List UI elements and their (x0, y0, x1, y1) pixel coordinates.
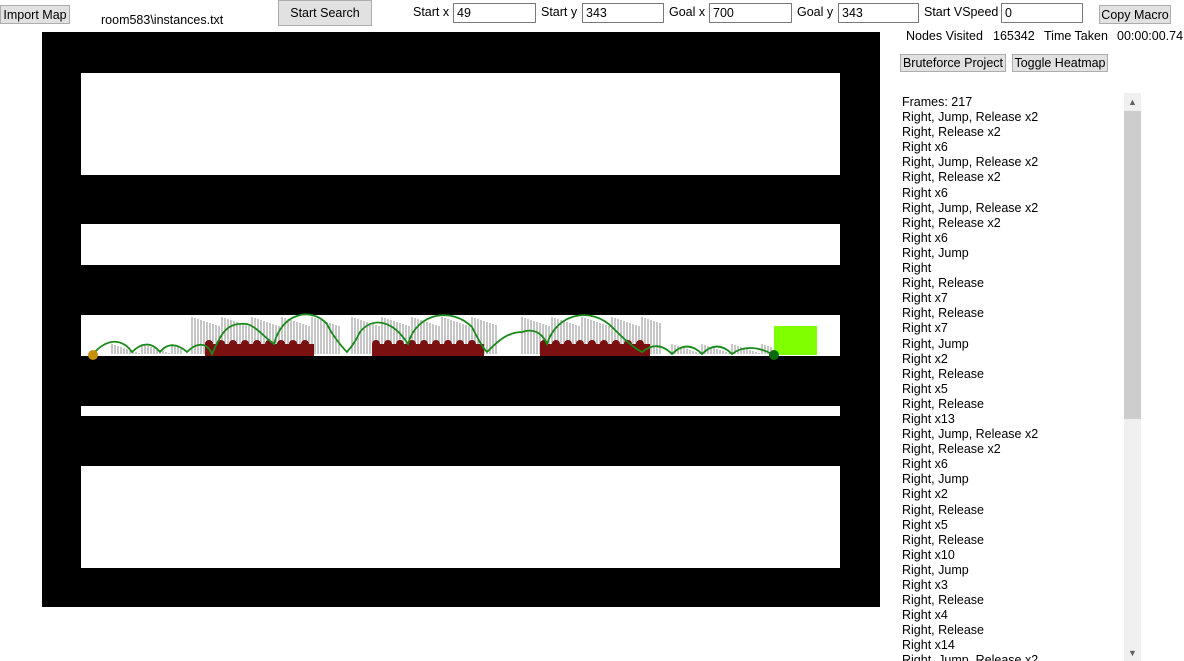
macro-list-item[interactable]: Right, Jump (902, 246, 1122, 261)
map-canvas[interactable] (42, 32, 880, 607)
hazard-bump (564, 340, 572, 348)
nodes-visited-label: Nodes Visited (906, 29, 983, 43)
hazard-bump (456, 340, 464, 348)
bruteforce-project-button[interactable]: Bruteforce Project (900, 54, 1006, 72)
start-vspeed-input[interactable]: 0 (1001, 3, 1083, 23)
macro-list-panel[interactable]: Frames: 217 Right, Jump, Release x2 Right,… (895, 93, 1143, 661)
macro-list-item[interactable]: Right, Release x2 (902, 216, 1122, 231)
hazard-bump (229, 340, 237, 348)
corridor-4 (81, 406, 840, 416)
macro-list-item[interactable]: Right x10 (902, 548, 1122, 563)
hazard-bump (468, 340, 476, 348)
hazard-bump (432, 340, 440, 348)
copy-macro-button[interactable]: Copy Macro (1099, 5, 1171, 24)
macro-list-item[interactable]: Right x6 (902, 231, 1122, 246)
vertical-scrollbar[interactable]: ▲ ▼ (1124, 93, 1141, 661)
macro-list-item[interactable]: Right x5 (902, 382, 1122, 397)
hazard-bump (552, 340, 560, 348)
hazard-bump (420, 340, 428, 348)
macro-list-item[interactable]: Right, Jump, Release x2 (902, 653, 1122, 661)
goal-x-label: Goal x (669, 5, 706, 19)
hazard-bump (301, 340, 309, 348)
macro-list-item[interactable]: Right, Release (902, 276, 1122, 291)
start-search-button[interactable]: Start Search (278, 0, 372, 26)
corridor-2 (81, 224, 840, 265)
macro-list-item[interactable]: Right (902, 261, 1122, 276)
macro-list-item[interactable]: Right x5 (902, 518, 1122, 533)
macro-list-item[interactable]: Right, Jump, Release x2 (902, 427, 1122, 442)
macro-list-item[interactable]: Right x7 (902, 291, 1122, 306)
goal-y-label: Goal y (797, 5, 834, 19)
hazard-bump (612, 340, 620, 348)
macro-list-item[interactable]: Right, Release (902, 367, 1122, 382)
macro-list-item[interactable]: Right x6 (902, 186, 1122, 201)
macro-list-item[interactable]: Right, Release (902, 533, 1122, 548)
goal-y-input[interactable]: 343 (838, 3, 919, 23)
macro-list-item[interactable]: Right, Release (902, 503, 1122, 518)
goal-x-input[interactable]: 700 (709, 3, 792, 23)
file-path-label: room583\instances.txt (101, 13, 224, 27)
macro-list-item[interactable]: Right, Release (902, 623, 1122, 638)
hazard-bump (372, 340, 380, 348)
hazard-bump (396, 340, 404, 348)
hazard-bump (384, 340, 392, 348)
time-taken-label: Time Taken (1044, 29, 1108, 43)
macro-list-item[interactable]: Right, Jump, Release x2 (902, 201, 1122, 216)
macro-list: Frames: 217 Right, Jump, Release x2 Right,… (902, 95, 1122, 661)
hazard-bump (289, 340, 297, 348)
scroll-up-icon[interactable]: ▲ (1124, 93, 1141, 110)
hazard-bump (636, 340, 644, 348)
toggle-heatmap-button[interactable]: Toggle Heatmap (1012, 54, 1108, 72)
macro-list-item[interactable]: Right, Release (902, 593, 1122, 608)
macro-list-item[interactable]: Right x2 (902, 352, 1122, 367)
start-vspeed-label: Start VSpeed (924, 5, 999, 19)
start-y-input[interactable]: 343 (582, 3, 664, 23)
macro-list-item[interactable]: Right, Jump, Release x2 (902, 110, 1122, 125)
macro-list-item[interactable]: Right, Release x2 (902, 442, 1122, 457)
hazard-bump (253, 340, 261, 348)
macro-list-item[interactable]: Frames: 217 (902, 95, 1122, 110)
time-taken-value: 00:00:00.74 (1117, 29, 1184, 43)
macro-list-item[interactable]: Right x7 (902, 321, 1122, 336)
hazard-bump (600, 340, 608, 348)
macro-list-item[interactable]: Right, Release (902, 306, 1122, 321)
end-marker (769, 350, 779, 360)
macro-list-item[interactable]: Right, Jump (902, 337, 1122, 352)
import-map-button[interactable]: Import Map (0, 5, 70, 24)
macro-list-item[interactable]: Right, Jump, Release x2 (902, 155, 1122, 170)
scrollbar-thumb[interactable] (1124, 111, 1141, 419)
corridor-5 (81, 466, 840, 568)
macro-list-item[interactable]: Right, Jump (902, 472, 1122, 487)
hazard-bump (277, 340, 285, 348)
hazard-bump (444, 340, 452, 348)
corridor-1 (81, 73, 840, 175)
macro-list-item[interactable]: Right, Release x2 (902, 125, 1122, 140)
macro-list-item[interactable]: Right x2 (902, 487, 1122, 502)
goal-region (774, 326, 817, 355)
macro-list-item[interactable]: Right x14 (902, 638, 1122, 653)
hazard-bump (588, 340, 596, 348)
hazard-bump (241, 340, 249, 348)
map-view (42, 32, 880, 607)
macro-list-item[interactable]: Right x6 (902, 140, 1122, 155)
macro-list-item[interactable]: Right, Jump (902, 563, 1122, 578)
start-x-input[interactable]: 49 (453, 3, 536, 23)
start-marker (88, 350, 98, 360)
scroll-down-icon[interactable]: ▼ (1124, 644, 1141, 661)
hazard-bump (576, 340, 584, 348)
start-y-label: Start y (541, 5, 578, 19)
start-x-label: Start x (413, 5, 450, 19)
macro-list-item[interactable]: Right x13 (902, 412, 1122, 427)
macro-list-item[interactable]: Right, Release x2 (902, 170, 1122, 185)
macro-list-item[interactable]: Right x3 (902, 578, 1122, 593)
macro-list-item[interactable]: Right x6 (902, 457, 1122, 472)
nodes-visited-value: 165342 (993, 29, 1035, 43)
macro-list-item[interactable]: Right x4 (902, 608, 1122, 623)
macro-list-item[interactable]: Right, Release (902, 397, 1122, 412)
